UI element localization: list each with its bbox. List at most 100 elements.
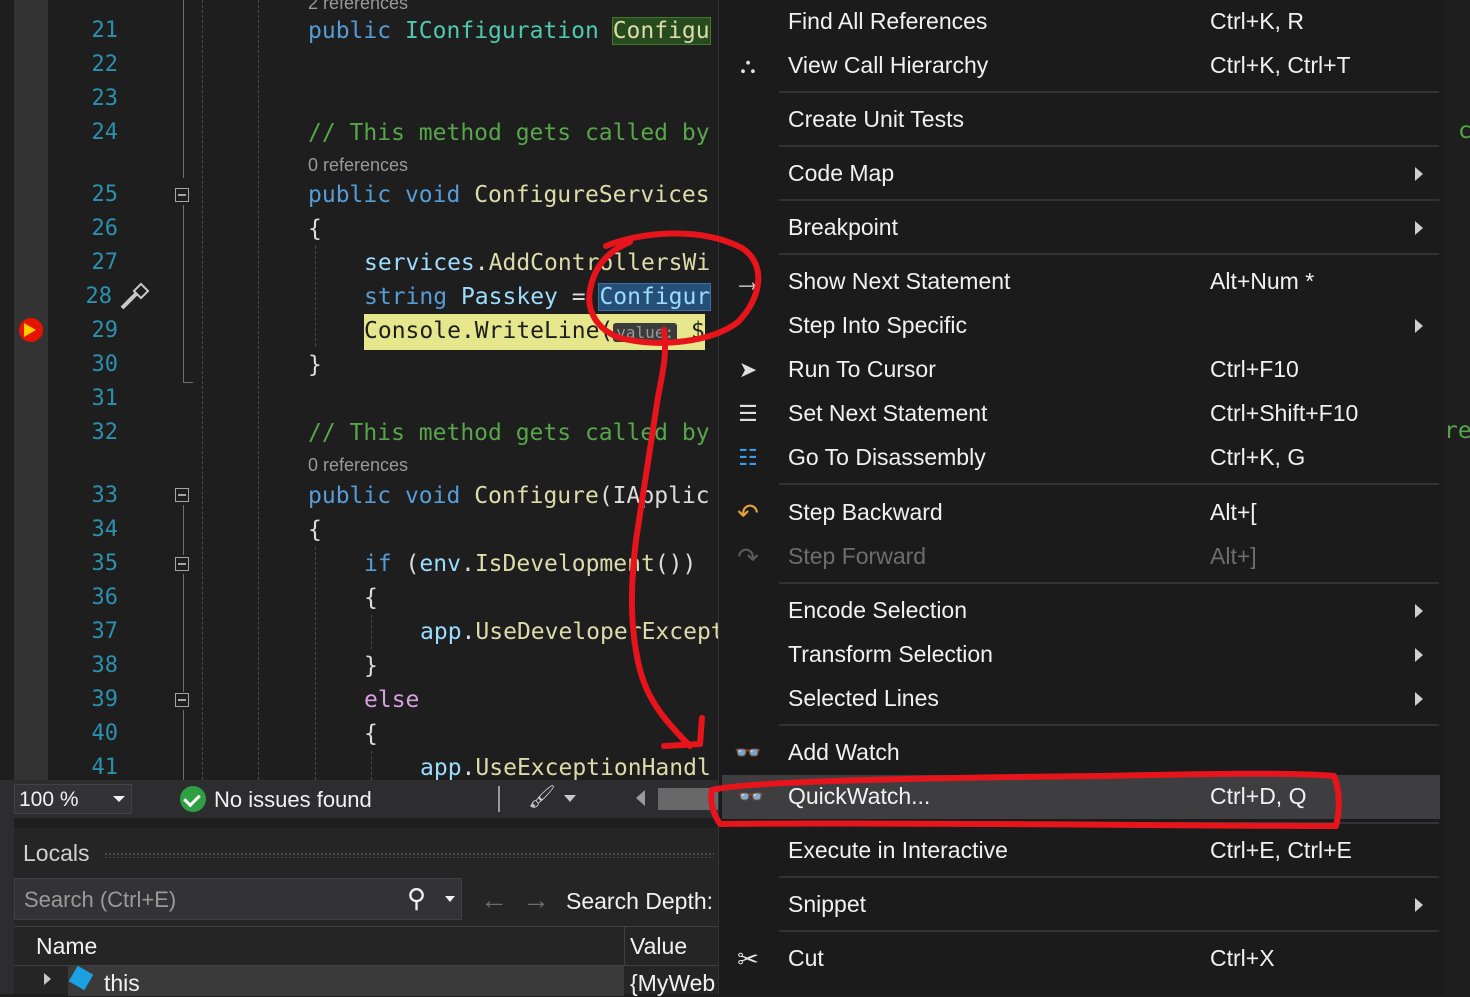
outline-line (183, 505, 184, 555)
line-number: 40 (91, 721, 119, 746)
chevron-down-icon[interactable] (564, 795, 576, 802)
line-number: 41 (91, 755, 119, 780)
code-line: else (364, 687, 420, 713)
table-row[interactable]: this {MyWeb (14, 965, 719, 996)
set-next-statement-icon: ☰ (738, 401, 758, 426)
menu-item-add-watch[interactable]: 👓 Add Watch (719, 731, 1445, 775)
search-input[interactable]: Search (Ctrl+E) ⚲ (14, 878, 462, 920)
outline-line (183, 205, 184, 383)
line-number: 25 (91, 182, 119, 207)
line-number: 39 (91, 687, 119, 712)
line-number: 28 (85, 284, 113, 309)
panel-title: Locals (23, 840, 90, 866)
chevron-down-icon[interactable] (445, 896, 455, 902)
glyph-margin[interactable] (14, 0, 48, 780)
indent-guide (371, 615, 372, 649)
expand-icon[interactable] (44, 973, 51, 985)
submenu-arrow-icon (1415, 604, 1423, 618)
submenu-arrow-icon (1415, 221, 1423, 235)
menu-separator (779, 253, 1439, 255)
menu-item-quickwatch[interactable]: 👓 QuickWatch... Ctrl+D, Q (722, 775, 1440, 819)
code-line: if (env.IsDevelopment()) (364, 551, 697, 577)
code-comment: // This method gets called by (308, 420, 710, 446)
search-depth-label: Search Depth: (566, 888, 714, 914)
column-header-value[interactable]: Value (630, 933, 687, 960)
menu-item-go-to-disassembly[interactable]: ☷ Go To Disassembly Ctrl+K, G (719, 436, 1445, 480)
submenu-arrow-icon (1415, 648, 1423, 662)
column-header-name[interactable]: Name (36, 933, 97, 960)
search-icon[interactable]: ⚲ (407, 883, 426, 914)
editor-status-bar: 100 % No issues found 🖌 (14, 780, 720, 818)
brush-icon[interactable]: 🖌 (528, 784, 556, 810)
collapse-toggle[interactable] (175, 488, 189, 502)
menu-item-encode-selection[interactable]: Encode Selection (719, 589, 1445, 633)
code-line: services.AddControllersWi (364, 250, 711, 276)
collapse-toggle[interactable] (175, 188, 189, 202)
menu-item-step-forward[interactable]: ↷ Step Forward Alt+] (719, 535, 1445, 579)
menu-item-create-unit-tests[interactable]: Create Unit Tests (719, 98, 1445, 142)
zoom-dropdown[interactable]: 100 % (14, 784, 132, 814)
line-number: 33 (91, 483, 119, 508)
indent-guide (315, 246, 316, 346)
code-line: app.UseDeveloperExcept (420, 619, 725, 645)
redo-arrow-icon: ↷ (737, 542, 759, 572)
back-arrow-icon[interactable]: ← (480, 884, 508, 916)
undo-arrow-icon: ↶ (737, 498, 759, 528)
code-line: } (364, 653, 378, 679)
submenu-arrow-icon (1415, 692, 1423, 706)
menu-item-view-call-hierarchy[interactable]: ⛬ View Call Hierarchy Ctrl+K, Ctrl+T (719, 44, 1445, 88)
check-circle-icon (180, 786, 206, 812)
chevron-down-icon (113, 796, 125, 802)
menu-item-breakpoint[interactable]: Breakpoint (719, 206, 1445, 250)
glasses-icon: 👓 (737, 784, 765, 809)
menu-item-run-to-cursor[interactable]: ➤ Run To Cursor Ctrl+F10 (719, 348, 1445, 392)
forward-arrow-icon[interactable]: → (522, 884, 550, 916)
selected-text: Configur (598, 283, 712, 311)
menu-item-transform-selection[interactable]: Transform Selection (719, 633, 1445, 677)
code-line: public IConfiguration Configu (308, 17, 711, 45)
outline-line (183, 710, 184, 780)
codelens-references[interactable]: 0 references (308, 454, 408, 476)
status-divider (498, 786, 500, 812)
menu-separator (779, 199, 1439, 201)
scroll-left-icon[interactable] (636, 790, 645, 806)
menu-item-cut[interactable]: ✂ Cut Ctrl+X (719, 937, 1445, 981)
collapse-toggle[interactable] (175, 693, 189, 707)
collapse-toggle[interactable] (175, 557, 189, 571)
issues-status[interactable]: No issues found (214, 787, 372, 813)
code-line: { (308, 517, 322, 543)
menu-item-set-next-statement[interactable]: ☰ Set Next Statement Ctrl+Shift+F10 (719, 392, 1445, 436)
menu-separator (779, 91, 1439, 93)
panel-grip[interactable] (104, 852, 714, 858)
codelens-references[interactable]: 0 references (308, 154, 408, 176)
line-number: 22 (91, 52, 119, 77)
menu-separator (779, 145, 1439, 147)
line-number: 27 (91, 250, 119, 275)
submenu-arrow-icon (1415, 167, 1423, 181)
menu-item-execute-in-interactive[interactable]: Execute in Interactive Ctrl+E, Ctrl+E (719, 829, 1445, 873)
code-line: { (364, 721, 378, 747)
quick-actions-screwdriver-icon[interactable] (118, 282, 152, 312)
menu-item-snippet[interactable]: Snippet (719, 883, 1445, 927)
call-hierarchy-icon: ⛬ (740, 53, 756, 78)
line-number: 26 (91, 216, 119, 241)
codelens-references[interactable]: 2 references (308, 0, 408, 14)
menu-item-code-map[interactable]: Code Map (719, 152, 1445, 196)
code-comment: // This method gets called by (308, 120, 710, 146)
outline-end (183, 382, 193, 383)
current-statement-breakpoint-icon[interactable] (19, 318, 43, 342)
column-header-row: Name Value (14, 926, 719, 966)
menu-item-selected-lines[interactable]: Selected Lines (719, 677, 1445, 721)
menu-item-step-backward[interactable]: ↶ Step Backward Alt+[ (719, 491, 1445, 535)
horizontal-scrollbar-thumb[interactable] (658, 788, 720, 810)
highlighted-reference: Configu (611, 17, 711, 45)
menu-item-step-into-specific[interactable]: Step Into Specific (719, 304, 1445, 348)
cursor-icon: ➤ (738, 357, 758, 382)
menu-item-find-all-references[interactable]: Find All References Ctrl+K, R (719, 0, 1445, 44)
context-menu: Find All References Ctrl+K, R ⛬ View Call … (718, 0, 1445, 994)
disassembly-icon: ☷ (738, 445, 758, 470)
inline-parameter-hint: value: (613, 323, 678, 342)
menu-item-show-next-statement[interactable]: → Show Next Statement Alt+Num * (719, 260, 1445, 304)
glasses-icon: 👓 (734, 740, 762, 765)
scissors-icon: ✂ (737, 944, 759, 974)
